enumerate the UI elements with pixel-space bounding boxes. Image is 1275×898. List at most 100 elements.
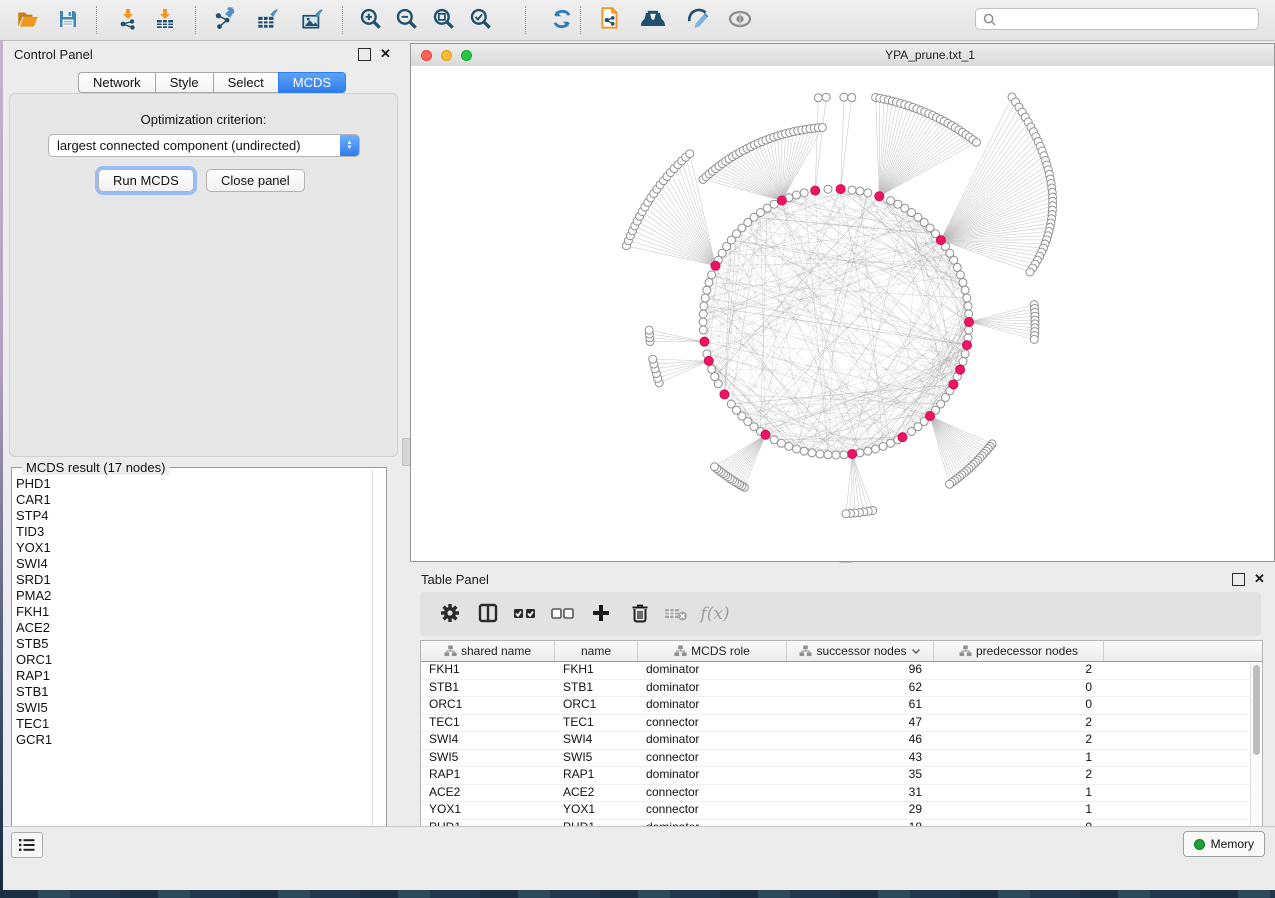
- column-header-successor-nodes[interactable]: successor nodes: [787, 641, 934, 661]
- table-settings-button[interactable]: [435, 600, 465, 628]
- delete-table-icon: [663, 601, 689, 628]
- control-panel-float-icon[interactable]: [358, 48, 371, 61]
- zoom-out-button[interactable]: [391, 3, 423, 37]
- column-selector-button[interactable]: [473, 600, 503, 628]
- column-header-predecessor-nodes[interactable]: predecessor nodes: [934, 641, 1104, 661]
- mcds-result-item[interactable]: ACE2: [16, 620, 370, 636]
- mcds-result-item[interactable]: SRD1: [16, 572, 370, 588]
- column-type-icon: [674, 645, 687, 657]
- optimization-criterion-label: Optimization criterion:: [10, 112, 397, 127]
- cell-name: SWI5: [555, 750, 638, 767]
- cell-name: FKH1: [555, 662, 638, 679]
- tab-network[interactable]: Network: [78, 72, 155, 93]
- network-graph[interactable]: [411, 66, 1274, 560]
- table-row[interactable]: RAP1RAP1dominator352: [421, 767, 1251, 785]
- import-network-button[interactable]: [112, 3, 144, 37]
- table-scrollbar-thumb[interactable]: [1253, 665, 1260, 755]
- refresh-layout-button[interactable]: [546, 3, 578, 37]
- table-row[interactable]: SWI4SWI4dominator462: [421, 732, 1251, 750]
- cell-predecessor-nodes: 1: [934, 785, 1104, 802]
- add-column-button[interactable]: [586, 600, 616, 628]
- tab-select[interactable]: Select: [213, 72, 278, 93]
- table-row[interactable]: STB1STB1dominator620: [421, 680, 1251, 698]
- desktop: Control Panel ✕ NetworkStyleSelectMCDS O…: [0, 0, 1275, 898]
- import-table-icon: [153, 7, 177, 34]
- mcds-result-item[interactable]: STP4: [16, 508, 370, 524]
- zoom-in-button[interactable]: [355, 3, 387, 37]
- zoom-out-icon: [394, 6, 420, 35]
- column-header-shared-name[interactable]: shared name: [421, 641, 555, 661]
- mcds-result-item[interactable]: STB1: [16, 684, 370, 700]
- toggle-details-button[interactable]: [724, 3, 756, 37]
- mcds-result-item[interactable]: YOX1: [16, 540, 370, 556]
- toolbar-separator: [96, 6, 97, 34]
- mcds-result-item[interactable]: TEC1: [16, 716, 370, 732]
- toolbar-separator: [342, 6, 343, 34]
- mcds-result-item[interactable]: SWI4: [16, 556, 370, 572]
- mcds-result-item[interactable]: GCR1: [16, 732, 370, 748]
- cell-MCDS-role: dominator: [638, 732, 787, 749]
- column-header-MCDS-role[interactable]: MCDS role: [638, 641, 787, 661]
- column-header-name[interactable]: name: [555, 641, 638, 661]
- network-canvas[interactable]: [411, 66, 1274, 561]
- mcds-result-item[interactable]: RAP1: [16, 668, 370, 684]
- run-mcds-button[interactable]: Run MCDS: [98, 169, 194, 192]
- maximize-traffic-icon[interactable]: [461, 50, 472, 61]
- mcds-result-item[interactable]: PMA2: [16, 588, 370, 604]
- close-traffic-icon[interactable]: [421, 50, 432, 61]
- mcds-result-scrollbar[interactable]: [372, 470, 384, 829]
- table-row[interactable]: ORC1ORC1dominator610: [421, 697, 1251, 715]
- mcds-result-item[interactable]: STB5: [16, 636, 370, 652]
- vizmapper-icon: [685, 6, 711, 35]
- search-box[interactable]: [975, 8, 1259, 30]
- delete-table-button: [661, 600, 691, 628]
- import-table-button[interactable]: [149, 3, 181, 37]
- deselect-all-button[interactable]: [548, 600, 578, 628]
- table-header-row: shared namenameMCDS rolesuccessor nodesp…: [421, 641, 1262, 662]
- vizmapper-button[interactable]: [682, 3, 714, 37]
- mcds-tab-body: Optimization criterion: largest connecte…: [9, 93, 398, 457]
- cell-successor-nodes: 43: [787, 750, 934, 767]
- open-session-button[interactable]: [12, 3, 44, 37]
- toolbar-separator: [525, 6, 526, 34]
- table-panel-float-icon[interactable]: [1232, 573, 1245, 586]
- table-row[interactable]: ACE2ACE2connector311: [421, 785, 1251, 803]
- table-row[interactable]: FKH1FKH1dominator962: [421, 662, 1251, 680]
- network-file-button[interactable]: [594, 3, 626, 37]
- export-network-button[interactable]: [210, 3, 242, 37]
- optimization-criterion-select[interactable]: largest connected component (undirected)…: [48, 134, 360, 157]
- export-table-button[interactable]: [252, 3, 284, 37]
- mcds-result-list[interactable]: PHD1CAR1STP4TID3YOX1SWI4SRD1PMA2FKH1ACE2…: [16, 476, 370, 827]
- search-binoculars-button[interactable]: [637, 3, 669, 37]
- control-panel-close-icon[interactable]: ✕: [380, 48, 391, 59]
- select-all-button[interactable]: [510, 600, 540, 628]
- tab-mcds[interactable]: MCDS: [278, 72, 346, 93]
- memory-button[interactable]: Memory: [1183, 831, 1265, 857]
- table-panel-close-icon[interactable]: ✕: [1254, 573, 1265, 584]
- mcds-result-item[interactable]: FKH1: [16, 604, 370, 620]
- search-input[interactable]: [997, 11, 1258, 27]
- task-history-button[interactable]: [11, 832, 43, 858]
- tab-style[interactable]: Style: [155, 72, 213, 93]
- mcds-result-item[interactable]: SWI5: [16, 700, 370, 716]
- toolbar-separator: [580, 6, 581, 34]
- mcds-result-item[interactable]: ORC1: [16, 652, 370, 668]
- zoom-selected-button[interactable]: [465, 3, 497, 37]
- cell-successor-nodes: 31: [787, 785, 934, 802]
- save-session-button[interactable]: [52, 3, 84, 37]
- mcds-result-item[interactable]: PHD1: [16, 476, 370, 492]
- close-panel-button[interactable]: Close panel: [206, 169, 305, 192]
- table-row[interactable]: TEC1TEC1connector472: [421, 715, 1251, 733]
- table-body: FKH1FKH1dominator962STB1STB1dominator620…: [421, 662, 1251, 829]
- mcds-result-title: MCDS result (17 nodes): [22, 460, 169, 475]
- minimize-traffic-icon[interactable]: [441, 50, 452, 61]
- table-scrollbar[interactable]: [1250, 662, 1262, 829]
- zoom-fit-button[interactable]: [428, 3, 460, 37]
- table-row[interactable]: YOX1YOX1connector291: [421, 802, 1251, 820]
- table-row[interactable]: SWI5SWI5connector431: [421, 750, 1251, 768]
- mcds-result-item[interactable]: TID3: [16, 524, 370, 540]
- export-image-button[interactable]: [297, 3, 329, 37]
- cell-MCDS-role: connector: [638, 785, 787, 802]
- mcds-result-item[interactable]: CAR1: [16, 492, 370, 508]
- delete-column-button[interactable]: [625, 600, 655, 628]
